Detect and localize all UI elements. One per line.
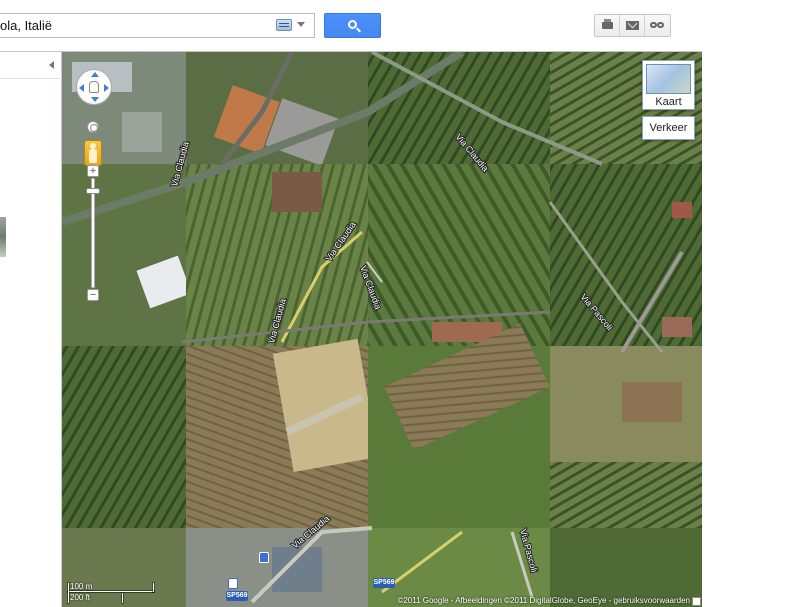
pan-control-icon — [89, 81, 99, 93]
print-icon — [602, 19, 613, 29]
pan-control[interactable] — [76, 69, 112, 105]
email-icon — [626, 21, 639, 30]
resize-corner-icon[interactable] — [692, 597, 701, 606]
traffic-button[interactable]: Verkeer — [642, 116, 695, 140]
keyboard-button[interactable] — [272, 17, 310, 35]
map-type-label: Kaart — [655, 96, 682, 108]
collapse-panel-icon[interactable] — [49, 61, 54, 69]
aerial-imagery: Via Claudia Via Claudia Via Claudia Via … — [62, 52, 702, 607]
print-button[interactable] — [595, 15, 620, 36]
chevron-down-icon — [297, 22, 305, 27]
search-input[interactable]: ola, Italië — [0, 13, 315, 38]
pan-right-icon[interactable] — [104, 84, 109, 92]
side-panel — [0, 52, 62, 607]
poi-icon[interactable] — [228, 578, 238, 589]
search-button[interactable] — [324, 13, 381, 38]
toolbar — [594, 14, 671, 37]
map-canvas[interactable]: Via Claudia Via Claudia Via Claudia Via … — [62, 52, 702, 607]
search-icon — [348, 20, 357, 29]
zoom-out-button[interactable]: − — [87, 289, 99, 301]
pan-down-icon[interactable] — [91, 97, 99, 102]
bus-stop-icon[interactable] — [259, 552, 269, 563]
world-map-icon — [646, 64, 691, 94]
side-panel-header — [0, 52, 62, 79]
road-shield: SP569 — [226, 591, 248, 601]
scale-metric: 100 m — [70, 582, 93, 591]
result-thumbnail[interactable] — [0, 217, 6, 257]
rotate-icon[interactable] — [87, 121, 99, 133]
search-input-value[interactable]: ola, Italië — [0, 18, 52, 33]
road-shield: SP569 — [373, 578, 395, 588]
pegman-icon[interactable] — [84, 140, 102, 166]
copyright-notice: ©2011 Google - Afbeeldingen ©2011 Digita… — [397, 596, 690, 605]
scale-bar: 100 m 200 ft — [66, 581, 156, 603]
top-bar: ola, Italië — [0, 0, 702, 52]
email-button[interactable] — [620, 15, 645, 36]
scale-imperial: 200 ft — [70, 593, 91, 602]
zoom-slider[interactable] — [91, 178, 95, 288]
page-margin — [702, 0, 800, 607]
pan-up-icon[interactable] — [91, 72, 99, 77]
map-type-button[interactable]: Kaart — [642, 60, 695, 110]
pan-left-icon[interactable] — [79, 84, 84, 92]
zoom-in-button[interactable]: + — [87, 165, 99, 177]
keyboard-icon — [276, 19, 292, 31]
link-button[interactable] — [645, 15, 670, 36]
zoom-slider-handle[interactable] — [86, 188, 100, 194]
